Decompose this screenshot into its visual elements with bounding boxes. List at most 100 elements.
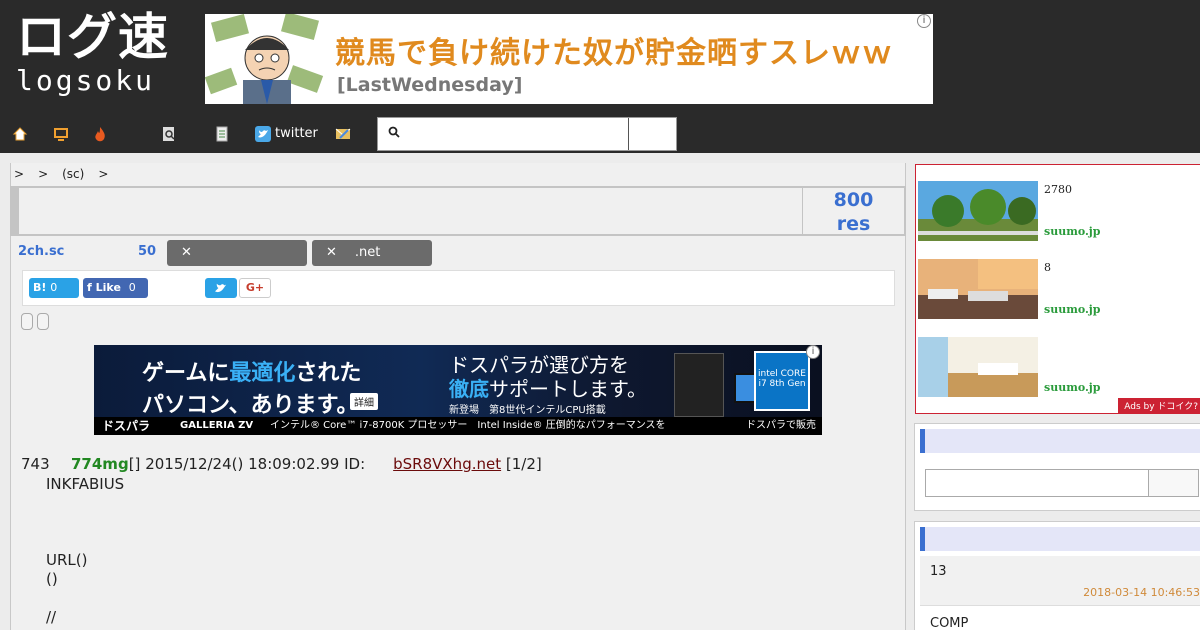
filter-tag[interactable]: ✕ .net [312,240,432,266]
post-body-line: // [46,608,57,626]
feed-item[interactable]: 13 2018-03-14 10:46:53 [920,556,1200,606]
close-icon[interactable]: ✕ [326,245,337,260]
search-input[interactable] [378,118,628,150]
logo-main-text: ログ速 [16,8,169,66]
ad-source: suumo.jp [1044,303,1101,316]
res-label: res [836,213,871,235]
nav-search-thread[interactable] [161,124,177,144]
ad-text: サポートします。 [489,377,647,401]
nav-hot[interactable] [92,124,108,144]
panel-header [920,429,1200,453]
hatena-label: B! [33,281,47,294]
home-icon [12,127,28,141]
hatena-bookmark-button[interactable]: B! 0 [29,278,79,298]
res-count: 800 [833,189,874,211]
res-count-box: 800 res [802,188,904,235]
ad-headline-2: パソコン、あります。 [142,393,359,418]
toggle-button[interactable] [37,313,49,330]
post-body-line: URL() [46,551,88,569]
ads-by-tag[interactable]: Ads by ドコイク? [1118,398,1200,413]
share-bar: B! 0 f Like 0 G+ [22,270,895,306]
tag-label: .net [354,245,381,260]
nav-mail[interactable] [335,124,351,144]
ad-source: suumo.jp [1044,381,1101,394]
nav-twitter[interactable]: twitter [255,124,318,144]
hatena-count: 0 [50,281,58,294]
thread-title-box: 800 res [10,186,906,236]
nav-twitter-label: twitter [275,126,318,141]
ad-info-icon[interactable]: i [917,14,931,28]
feed-title: COMP [930,616,969,630]
twitter-icon [255,126,271,142]
facebook-icon: f [87,281,92,294]
ad-model: GALLERIA ZV [180,420,254,431]
post-author: 774mg [71,455,129,473]
ad-right-line-3: 新登場 第8世代インテルCPU搭載 [449,405,606,416]
banner-illustration [205,14,325,104]
breadcrumb-item: > [98,167,109,181]
sidebar-ad-item[interactable]: 2780 suumo.jp [918,181,1200,243]
nav-monitor[interactable] [53,124,69,144]
post-page: [1/2] [505,455,542,473]
ad-headline-1: ゲームに最適化された [142,355,361,387]
fire-icon [95,127,105,142]
post-body-line: INKFABIUS [46,475,125,493]
ad-thumbnail [918,337,1038,397]
nav-list[interactable] [214,124,230,144]
feed-title: 13 [930,564,947,579]
nav-home[interactable] [12,124,28,144]
board-name[interactable]: 2ch.sc [18,244,64,259]
site-logo[interactable]: ログ速 logsoku [14,8,189,103]
sidebar-search-input[interactable] [925,469,1149,497]
sidebar-ad: 2780 suumo.jp 8 suumo.jp suumo.jp Ads by… [915,164,1200,414]
sidebar-ad-item[interactable]: suumo.jp [918,337,1200,399]
ad-footer-right: ドスパラで販売中 [746,420,816,431]
title-accent-bar [12,188,19,234]
toggle-button[interactable] [21,313,33,330]
mail-icon [335,128,351,139]
header-banner-ad[interactable]: 競馬で負け続けた奴が貯金晒すスレｗｗ [LastWednesday] i [205,14,933,104]
ad-detail-button[interactable]: 詳細 [350,393,378,410]
logo-sub-text: logsoku [16,64,156,97]
banner-source: [LastWednesday] [337,74,523,96]
ad-text: 8 [1044,261,1051,274]
breadcrumb-item[interactable]: > [38,167,48,181]
ad-info-icon[interactable]: i [806,345,820,359]
ad-text: ゲームに [142,361,230,386]
google-plus-button[interactable]: G+ [239,278,271,298]
banner-title: 競馬で負け続けた奴が貯金晒すスレｗｗ [335,36,893,71]
pc-tower-image [674,353,724,417]
post-number[interactable]: 743 [21,455,71,473]
ad-brand: ドスパラ [102,419,151,433]
post-id-link[interactable]: bSR8VXhg.net [393,455,501,473]
ad-text-highlight: 徹底 [449,377,489,401]
thread-speed: 50 [138,244,157,259]
ad-text-highlight: 最適化 [229,361,296,386]
post-mail: [] [128,455,141,473]
search-button[interactable] [628,118,676,150]
ad-source: suumo.jp [1044,225,1101,238]
ad-thumbnail [918,259,1038,319]
ad-text: された [295,361,362,386]
feed-item[interactable]: COMP [920,608,1200,630]
facebook-like-button[interactable]: f Like 0 [83,278,148,298]
header-search [377,117,677,151]
content-banner-ad[interactable]: ゲームに最適化された パソコン、あります。 詳細 ドスパラが選び方を 徹底サポー… [94,345,822,435]
twitter-bird-icon [215,283,227,293]
close-icon[interactable]: ✕ [181,245,192,260]
twitter-share-button[interactable] [205,278,237,298]
list-icon [216,126,228,142]
breadcrumb-item[interactable]: (sc) [62,167,84,181]
feed-date: 2018-03-14 10:46:53 [1083,586,1200,599]
filter-tag[interactable]: ✕ [167,240,307,266]
ad-thumbnail [918,181,1038,241]
monitor-icon [54,128,68,141]
ad-right-line-2: 徹底サポートします。 [449,373,647,402]
panel-header [920,527,1200,551]
sidebar-ad-item[interactable]: 8 suumo.jp [918,259,1200,321]
ad-footer-strip: ドスパラ GALLERIA ZV インテル® Core™ i7-8700K プロ… [94,417,822,435]
sidebar-search-button[interactable] [1149,469,1199,497]
post-body-line: () [46,570,58,588]
breadcrumb-item[interactable]: > [14,167,24,181]
sidebar-feed-panel: 13 2018-03-14 10:46:53 COMP [914,521,1200,630]
